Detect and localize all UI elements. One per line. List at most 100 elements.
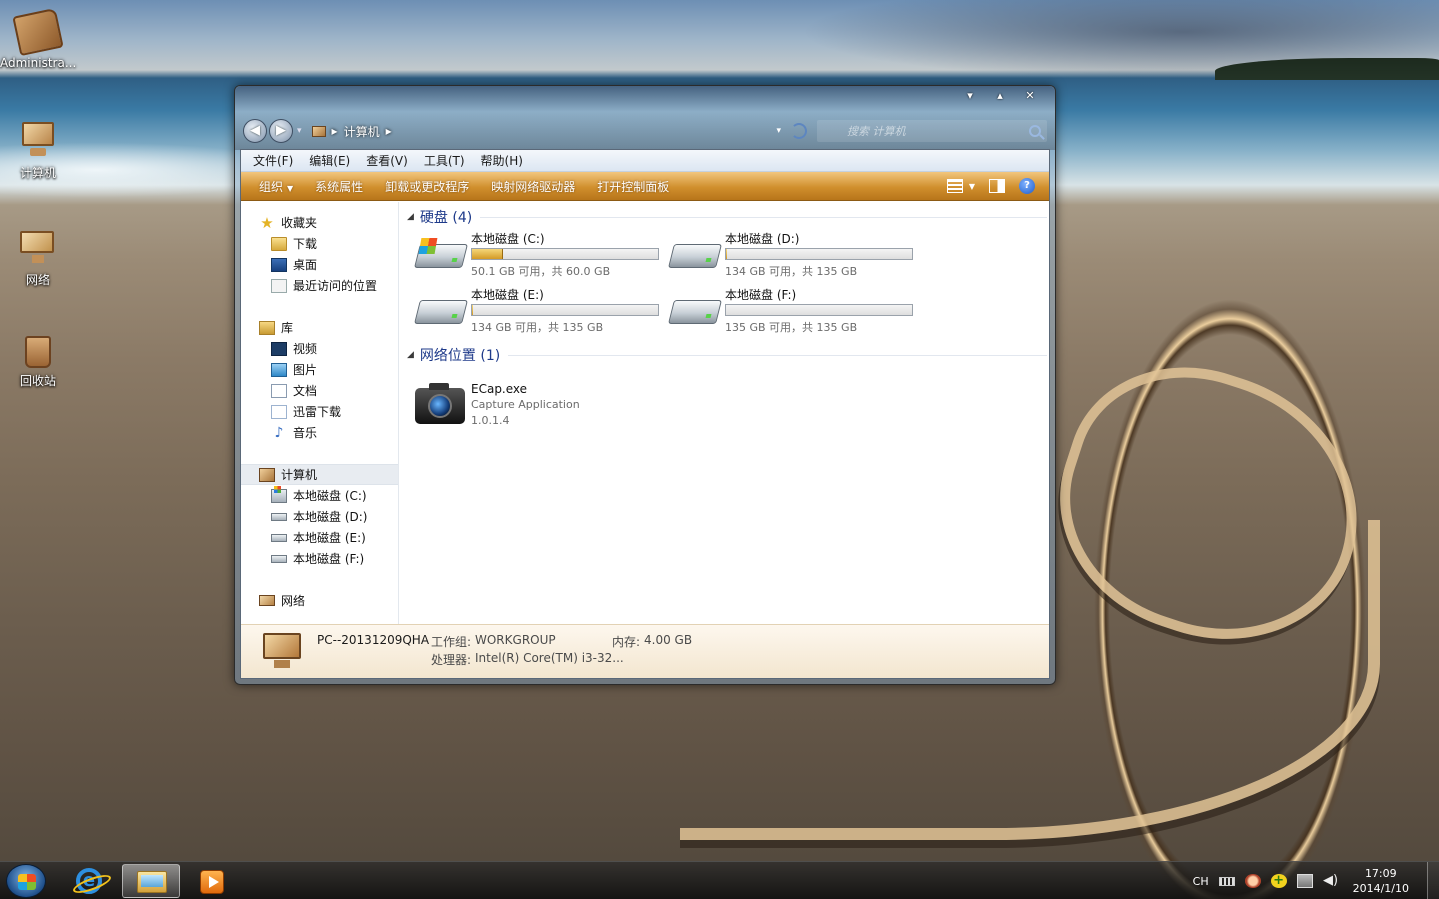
plus-tray-icon[interactable]: + [1270,874,1287,888]
navigation-pane: ★ 收藏夹 下载 桌面 最近访问的位置 库 视频 图片 文档 迅雷下载 ♪ 音乐… [241,202,399,624]
clock-date: 2014/1/10 [1352,882,1409,895]
hard-drive-icon [271,512,287,521]
desktop-icon-recycle-bin[interactable]: 回收站 [0,336,76,389]
nav-item-music[interactable]: ♪ 音乐 [241,422,398,443]
nav-item-drive-f[interactable]: 本地磁盘 (F:) [241,548,398,569]
start-button[interactable] [6,864,46,898]
library-icon [259,320,275,335]
avatar-tray-icon[interactable] [1244,874,1261,888]
menu-edit[interactable]: 编辑(E) [301,152,358,169]
taskbar-media-player[interactable] [182,864,240,898]
nav-item-downloads[interactable]: 下载 [241,233,398,254]
group-header-network-locations[interactable]: ◢ 网络位置 (1) [407,344,1047,366]
computer-icon [16,120,60,160]
system-drive-icon [414,238,468,272]
breadcrumb[interactable]: ▸ 计算机 ▸ [311,123,392,140]
star-icon: ★ [260,213,274,232]
forward-button[interactable]: ▶ [269,119,293,143]
nav-network[interactable]: 网络 [241,590,398,611]
breadcrumb-separator[interactable]: ▸ [386,124,392,138]
desktop-icon-network[interactable]: 网络 [0,227,76,288]
address-history-dropdown[interactable]: ▾ [776,126,781,136]
clock-time: 17:09 [1364,867,1397,880]
taskbar-windows-explorer[interactable] [122,864,180,898]
network-status-icon[interactable] [1296,874,1313,888]
menu-file[interactable]: 文件(F) [245,152,301,169]
language-indicator[interactable]: CH [1193,875,1209,888]
recent-pages-dropdown[interactable]: ▾ [297,126,302,136]
search-icon[interactable] [1029,125,1041,137]
workgroup-value: WORKGROUP [475,633,556,647]
nav-label: 计算机 [281,468,318,482]
search-placeholder: 搜索 计算机 [847,125,906,138]
breadcrumb-computer[interactable]: 计算机 [344,123,380,140]
content-pane: ◢ 硬盘 (4) 本地磁盘 (C:) 50.1 GB 可用，共 60.0 GB … [407,206,1047,626]
drive-item-d[interactable]: 本地磁盘 (D:) 134 GB 可用，共 135 GB [661,230,913,280]
group-divider [508,354,1047,356]
computer-icon [259,467,275,482]
nav-item-recent-places[interactable]: 最近访问的位置 [241,275,398,296]
change-view-button[interactable]: ▼ [946,179,975,193]
volume-icon[interactable]: ◀) [1323,874,1339,888]
nav-computer[interactable]: 计算机 [241,464,398,485]
drive-free-space: 135 GB 可用，共 135 GB [725,321,858,334]
search-input[interactable]: 搜索 计算机 [817,120,1047,142]
menu-tools[interactable]: 工具(T) [416,152,473,169]
desktop-icon-computer[interactable]: 计算机 [0,120,76,181]
nav-item-drive-c[interactable]: 本地磁盘 (C:) [241,485,398,506]
minimize-button[interactable]: ▾ [959,88,981,104]
nav-libraries[interactable]: 库 [241,317,398,338]
preview-pane-icon[interactable] [989,179,1005,193]
group-header-hard-disks[interactable]: ◢ 硬盘 (4) [407,206,1047,228]
show-desktop-button[interactable] [1427,862,1439,899]
nav-label: 本地磁盘 (C:) [293,489,367,503]
map-network-drive-button[interactable]: 映射网络驱动器 [483,178,583,195]
nav-label: 桌面 [293,258,318,272]
clock[interactable]: 17:09 2014/1/10 [1353,866,1409,896]
close-button[interactable]: ✕ [1019,88,1041,104]
nav-item-drive-d[interactable]: 本地磁盘 (D:) [241,506,398,527]
nav-favorites[interactable]: ★ 收藏夹 [241,212,398,233]
nav-item-xunlei-downloads[interactable]: 迅雷下载 [241,401,398,422]
menu-help[interactable]: 帮助(H) [473,152,531,169]
nav-item-drive-e[interactable]: 本地磁盘 (E:) [241,527,398,548]
hard-drive-icon [414,300,468,328]
back-button[interactable]: ◀ [243,119,267,143]
nav-label: 收藏夹 [281,216,318,230]
menu-view[interactable]: 查看(V) [358,152,416,169]
drive-item-f[interactable]: 本地磁盘 (F:) 135 GB 可用，共 135 GB [661,286,913,336]
command-bar: 组织 ▼ 系统属性 卸载或更改程序 映射网络驱动器 打开控制面板 ▼ ? [241,172,1049,201]
folder-icon [137,871,167,893]
system-properties-button[interactable]: 系统属性 [307,178,371,195]
desktop-icon-label: 网络 [25,273,50,287]
drive-usage-bar [725,248,913,260]
computer-name: PC--20131209QHA [317,633,430,647]
maximize-button[interactable]: ▴ [989,88,1011,104]
network-item-ecap[interactable]: ECap.exe Capture Application 1.0.1.4 [415,382,655,432]
nav-item-pictures[interactable]: 图片 [241,359,398,380]
recycle-bin-icon [25,336,51,368]
explorer-window[interactable]: ▾ ▴ ✕ ◀ ▶ ▾ ▸ 计算机 ▸ ▾ 搜索 计算机 文件(F) 编辑(E)… [234,85,1056,685]
refresh-icon[interactable] [791,123,807,139]
help-icon[interactable]: ? [1019,178,1035,194]
organize-button[interactable]: 组织 ▼ [251,178,301,195]
nav-item-documents[interactable]: 文档 [241,380,398,401]
desktop-icon-administrator[interactable]: Administra... [0,7,76,70]
nav-item-desktop[interactable]: 桌面 [241,254,398,275]
uninstall-program-button[interactable]: 卸载或更改程序 [377,178,477,195]
nav-item-videos[interactable]: 视频 [241,338,398,359]
open-control-panel-button[interactable]: 打开控制面板 [589,178,677,195]
nav-label: 最近访问的位置 [293,279,378,293]
processor-value: Intel(R) Core(TM) i3-32... [475,651,624,665]
hard-drive-icon [668,300,722,328]
nav-label: 网络 [281,594,306,608]
music-note-icon: ♪ [274,424,284,441]
drive-free-space: 134 GB 可用，共 135 GB [725,265,858,278]
item-name: ECap.exe [471,382,528,396]
group-title: 硬盘 (4) [419,210,473,226]
nav-label: 视频 [293,342,318,356]
keyboard-icon[interactable] [1218,876,1235,886]
drive-item-e[interactable]: 本地磁盘 (E:) 134 GB 可用，共 135 GB [407,286,659,336]
drive-item-c[interactable]: 本地磁盘 (C:) 50.1 GB 可用，共 60.0 GB [407,230,659,280]
taskbar-internet-explorer[interactable]: e [60,864,118,898]
